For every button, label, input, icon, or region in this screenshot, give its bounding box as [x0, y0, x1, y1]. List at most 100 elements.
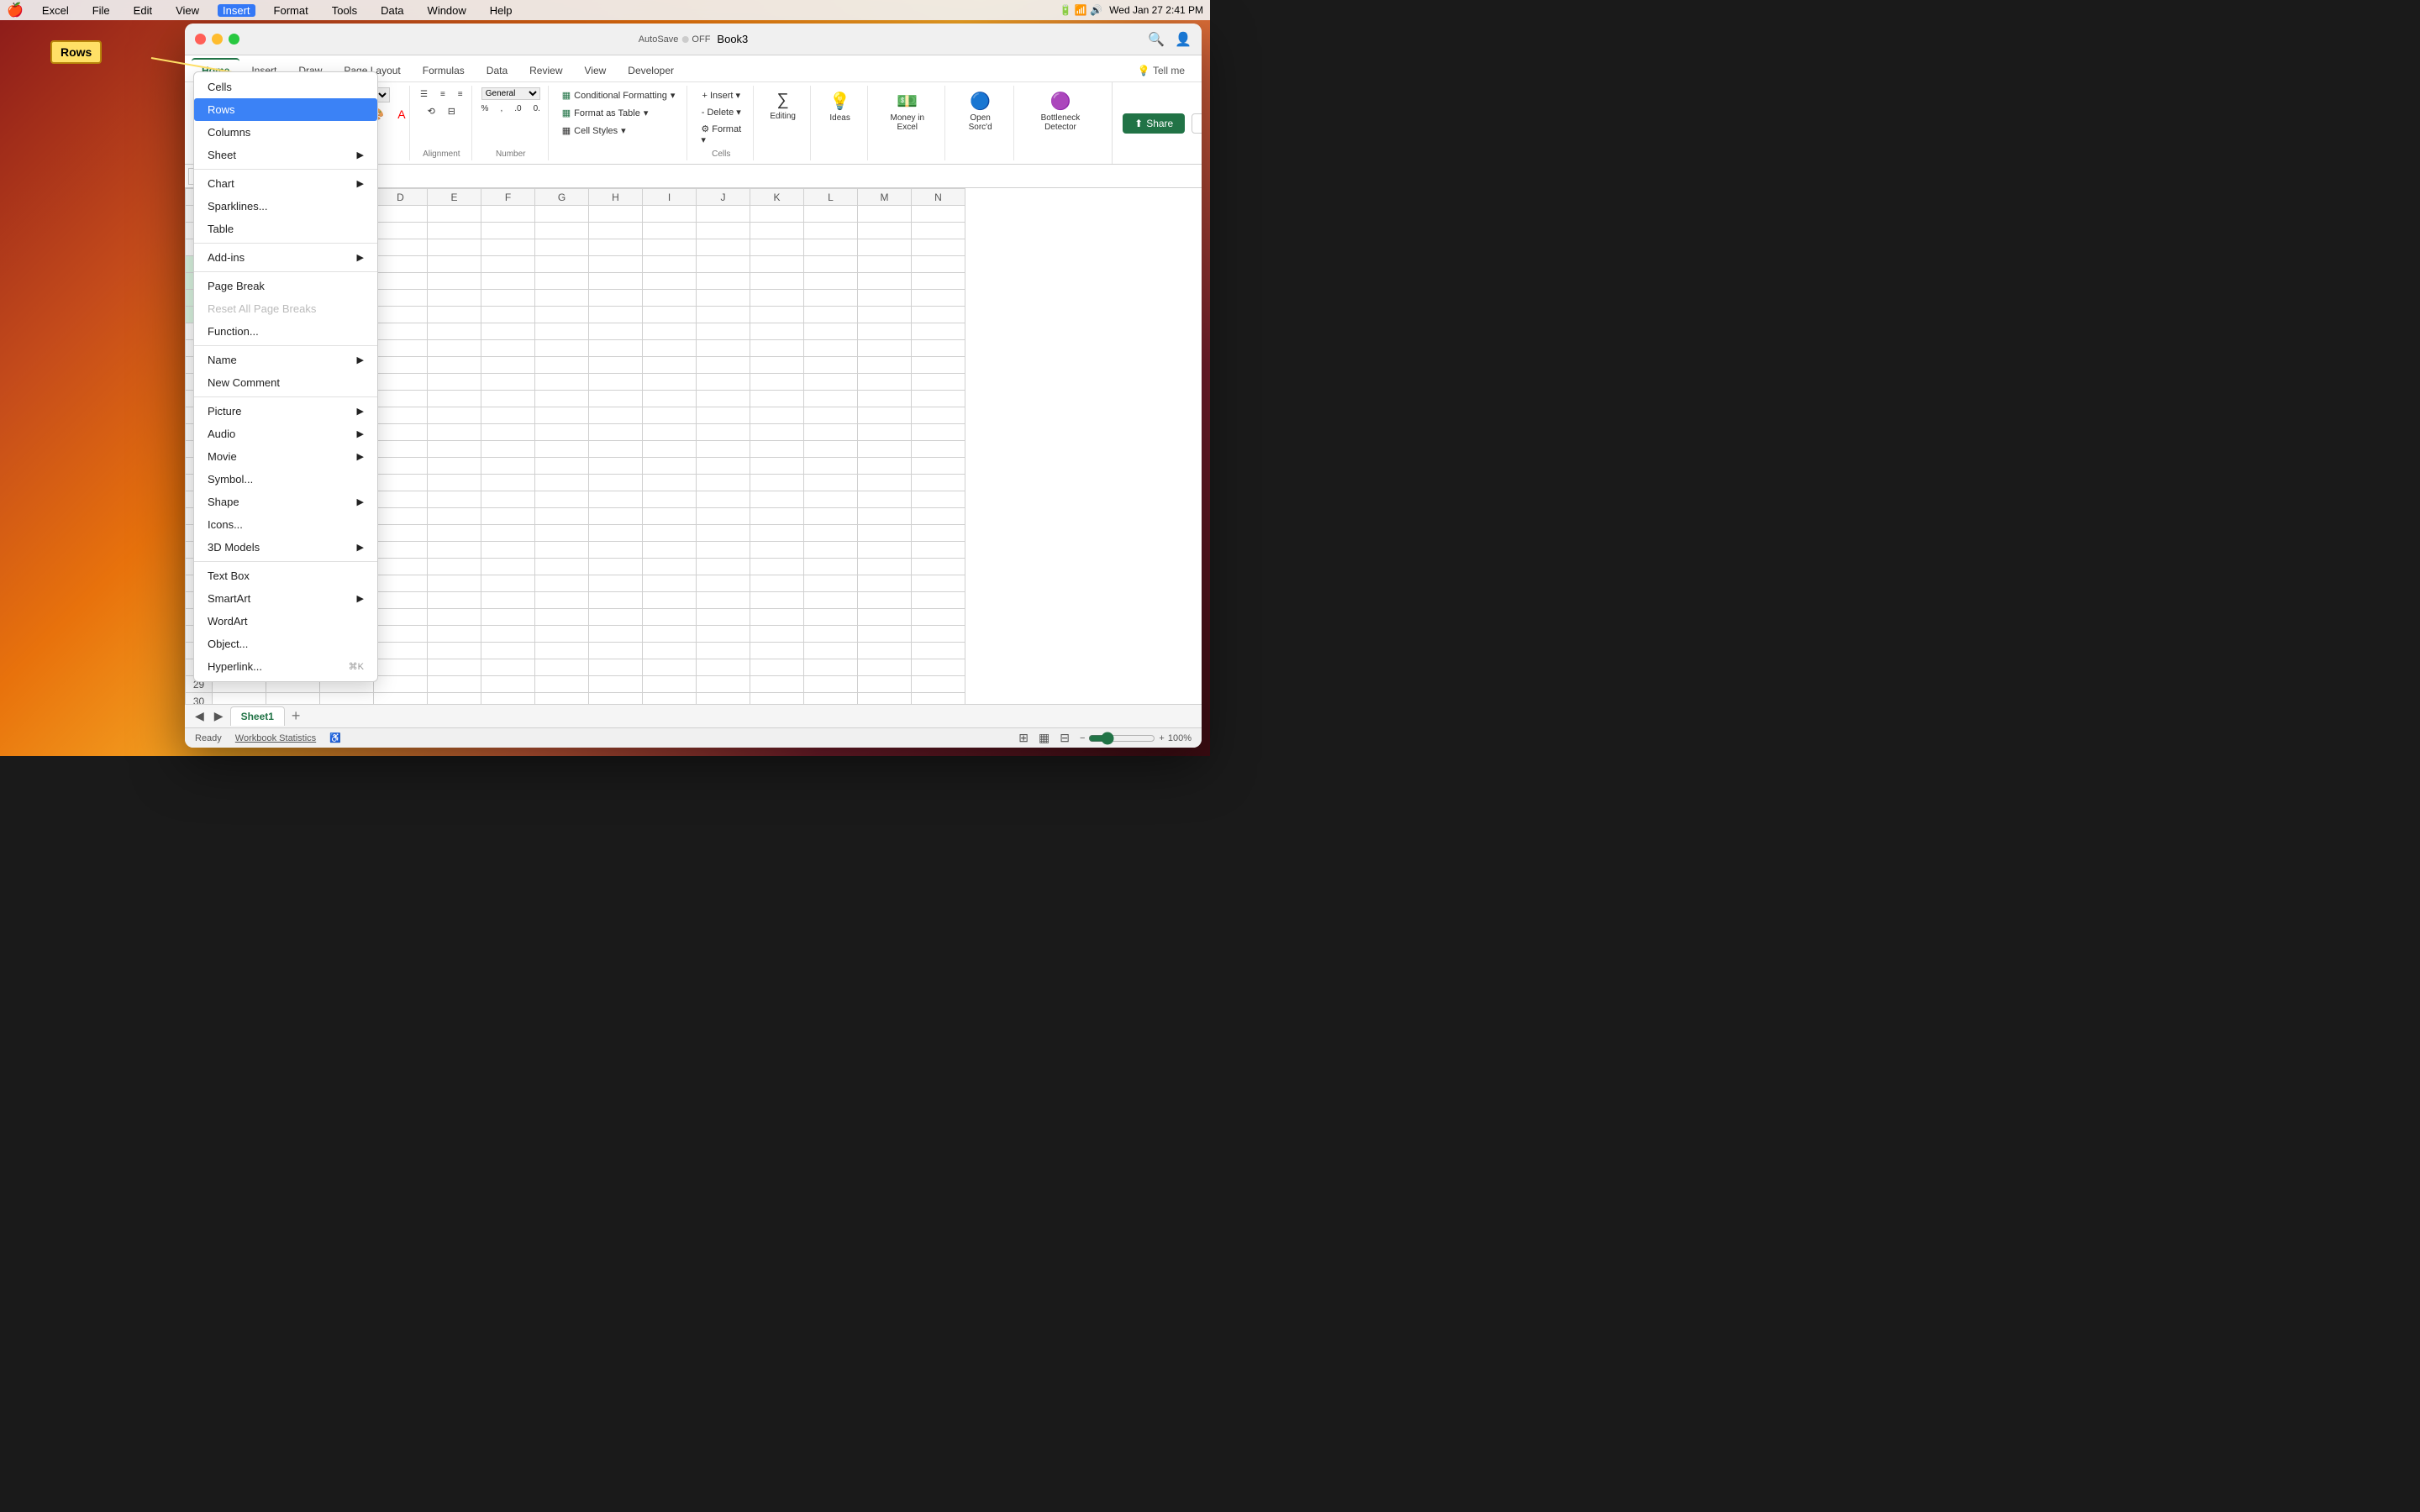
cell-r3c10[interactable]: [697, 239, 750, 256]
cell-r20c4[interactable]: [374, 525, 428, 542]
cell-r30c11[interactable]: [750, 693, 804, 705]
cell-r9c8[interactable]: [589, 340, 643, 357]
cell-r18c9[interactable]: [643, 491, 697, 508]
cell-r23c4[interactable]: [374, 575, 428, 592]
cell-r6c10[interactable]: [697, 290, 750, 307]
cell-r28c6[interactable]: [481, 659, 535, 676]
page-break-view-icon[interactable]: ⊟: [1056, 729, 1073, 747]
cell-r25c12[interactable]: [804, 609, 858, 626]
cell-r30c13[interactable]: [858, 693, 912, 705]
cell-r3c7[interactable]: [535, 239, 589, 256]
cell-r13c13[interactable]: [858, 407, 912, 424]
cell-r13c11[interactable]: [750, 407, 804, 424]
menu-item-wordart[interactable]: WordArt: [194, 610, 377, 633]
cell-r22c11[interactable]: [750, 559, 804, 575]
cell-r22c12[interactable]: [804, 559, 858, 575]
menu-item-rows[interactable]: Rows: [194, 98, 377, 121]
cell-r10c12[interactable]: [804, 357, 858, 374]
menubar-window[interactable]: Window: [423, 4, 471, 17]
cell-r18c7[interactable]: [535, 491, 589, 508]
cell-r7c7[interactable]: [535, 307, 589, 323]
cell-r7c6[interactable]: [481, 307, 535, 323]
cell-r18c13[interactable]: [858, 491, 912, 508]
cell-r9c6[interactable]: [481, 340, 535, 357]
cell-r29c11[interactable]: [750, 676, 804, 693]
cell-r12c5[interactable]: [428, 391, 481, 407]
cell-r23c5[interactable]: [428, 575, 481, 592]
cell-r16c8[interactable]: [589, 458, 643, 475]
cell-r13c7[interactable]: [535, 407, 589, 424]
cell-styles-button[interactable]: ▦ Cell Styles ▾: [557, 123, 681, 139]
cell-r24c8[interactable]: [589, 592, 643, 609]
cell-r11c13[interactable]: [858, 374, 912, 391]
cell-r11c4[interactable]: [374, 374, 428, 391]
cell-r3c5[interactable]: [428, 239, 481, 256]
col-header-G[interactable]: G: [535, 189, 589, 206]
cell-r18c6[interactable]: [481, 491, 535, 508]
menu-item-chart[interactable]: Chart▶: [194, 172, 377, 195]
cell-r28c14[interactable]: [912, 659, 965, 676]
cell-r27c6[interactable]: [481, 643, 535, 659]
cell-r16c14[interactable]: [912, 458, 965, 475]
menu-item-add-ins[interactable]: Add-ins▶: [194, 246, 377, 269]
tab-view[interactable]: View: [575, 60, 617, 81]
cell-r28c8[interactable]: [589, 659, 643, 676]
cell-r4c4[interactable]: [374, 256, 428, 273]
cell-r4c11[interactable]: [750, 256, 804, 273]
cell-r3c14[interactable]: [912, 239, 965, 256]
cell-r28c5[interactable]: [428, 659, 481, 676]
cell-r16c10[interactable]: [697, 458, 750, 475]
cell-r3c4[interactable]: [374, 239, 428, 256]
money-button[interactable]: 💵 Money in Excel: [876, 87, 938, 135]
cell-r26c4[interactable]: [374, 626, 428, 643]
cell-r15c11[interactable]: [750, 441, 804, 458]
cell-r9c14[interactable]: [912, 340, 965, 357]
cell-r28c9[interactable]: [643, 659, 697, 676]
cell-r1c5[interactable]: [428, 206, 481, 223]
cell-r18c5[interactable]: [428, 491, 481, 508]
cell-r19c12[interactable]: [804, 508, 858, 525]
cell-r25c5[interactable]: [428, 609, 481, 626]
normal-view-icon[interactable]: ⊞: [1015, 729, 1032, 747]
cell-r14c11[interactable]: [750, 424, 804, 441]
cell-r20c5[interactable]: [428, 525, 481, 542]
cell-r14c6[interactable]: [481, 424, 535, 441]
menu-item-sparklines---[interactable]: Sparklines...: [194, 195, 377, 218]
cell-r17c14[interactable]: [912, 475, 965, 491]
cell-r11c8[interactable]: [589, 374, 643, 391]
col-header-J[interactable]: J: [697, 189, 750, 206]
cell-r24c4[interactable]: [374, 592, 428, 609]
cell-r3c13[interactable]: [858, 239, 912, 256]
cell-r2c8[interactable]: [589, 223, 643, 239]
cell-r1c9[interactable]: [643, 206, 697, 223]
cell-r12c7[interactable]: [535, 391, 589, 407]
cell-r6c13[interactable]: [858, 290, 912, 307]
menu-item-picture[interactable]: Picture▶: [194, 400, 377, 423]
menubar-tools[interactable]: Tools: [327, 4, 362, 17]
ideas-button[interactable]: 💡 Ideas: [817, 87, 864, 126]
cell-r25c6[interactable]: [481, 609, 535, 626]
cell-r10c4[interactable]: [374, 357, 428, 374]
number-format-select[interactable]: General: [481, 87, 540, 100]
cell-r16c6[interactable]: [481, 458, 535, 475]
cell-r26c8[interactable]: [589, 626, 643, 643]
sheet-tab-sheet1[interactable]: Sheet1: [230, 706, 285, 726]
menu-item-function---[interactable]: Function...: [194, 320, 377, 343]
cell-r20c13[interactable]: [858, 525, 912, 542]
cell-r8c6[interactable]: [481, 323, 535, 340]
cell-r24c14[interactable]: [912, 592, 965, 609]
cell-r22c5[interactable]: [428, 559, 481, 575]
cell-r21c14[interactable]: [912, 542, 965, 559]
cell-r4c14[interactable]: [912, 256, 965, 273]
cell-r12c4[interactable]: [374, 391, 428, 407]
cell-r20c9[interactable]: [643, 525, 697, 542]
cell-r23c14[interactable]: [912, 575, 965, 592]
cell-r30c5[interactable]: [428, 693, 481, 705]
cell-r15c10[interactable]: [697, 441, 750, 458]
cell-r27c13[interactable]: [858, 643, 912, 659]
cell-r1c8[interactable]: [589, 206, 643, 223]
cell-r26c6[interactable]: [481, 626, 535, 643]
cell-r25c4[interactable]: [374, 609, 428, 626]
cell-r27c12[interactable]: [804, 643, 858, 659]
cell-r8c12[interactable]: [804, 323, 858, 340]
